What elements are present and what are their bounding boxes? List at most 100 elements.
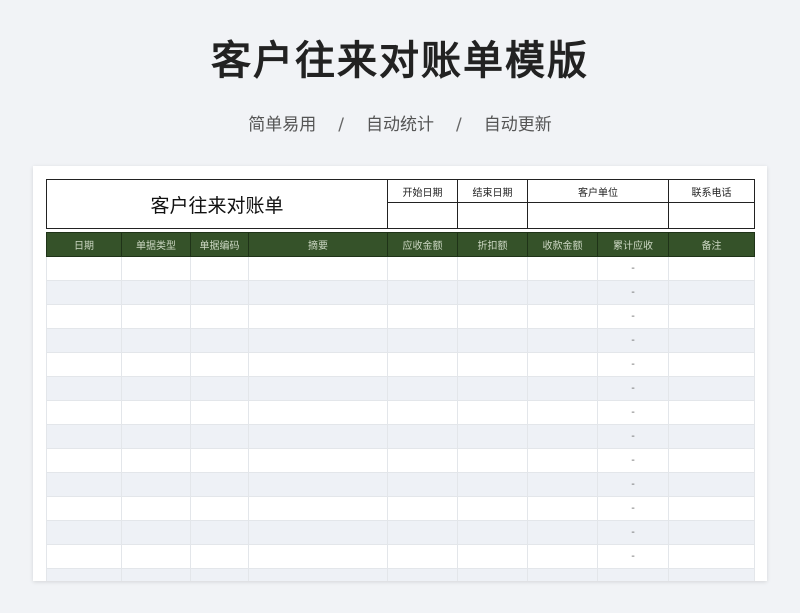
table-cell[interactable]: -	[597, 472, 669, 497]
table-cell[interactable]: -	[597, 376, 669, 401]
table-cell[interactable]	[527, 400, 598, 425]
table-cell[interactable]	[387, 496, 458, 521]
table-cell[interactable]	[190, 472, 249, 497]
table-cell[interactable]	[121, 304, 191, 329]
table-cell[interactable]	[190, 352, 249, 377]
table-cell[interactable]	[527, 328, 598, 353]
table-cell[interactable]	[527, 352, 598, 377]
table-cell[interactable]	[190, 448, 249, 473]
end-date-cell[interactable]	[457, 202, 528, 229]
table-cell[interactable]	[121, 280, 191, 305]
table-cell[interactable]	[668, 376, 755, 401]
table-cell[interactable]	[668, 352, 755, 377]
table-cell[interactable]	[457, 448, 528, 473]
table-cell[interactable]	[121, 328, 191, 353]
table-cell[interactable]	[248, 352, 388, 377]
table-cell[interactable]	[46, 448, 122, 473]
table-cell[interactable]	[387, 304, 458, 329]
table-cell[interactable]	[527, 304, 598, 329]
table-cell[interactable]	[457, 568, 528, 581]
table-cell[interactable]	[121, 424, 191, 449]
table-cell[interactable]	[668, 400, 755, 425]
table-cell[interactable]: -	[597, 304, 669, 329]
table-cell[interactable]: -	[597, 328, 669, 353]
table-cell[interactable]: -	[597, 520, 669, 545]
table-cell[interactable]: -	[597, 424, 669, 449]
table-cell[interactable]	[387, 376, 458, 401]
table-cell[interactable]	[190, 424, 249, 449]
table-cell[interactable]	[121, 520, 191, 545]
table-cell[interactable]	[457, 376, 528, 401]
contact-phone-cell[interactable]	[668, 202, 755, 229]
table-cell[interactable]	[248, 304, 388, 329]
table-cell[interactable]	[387, 520, 458, 545]
table-cell[interactable]	[527, 448, 598, 473]
table-cell[interactable]	[248, 400, 388, 425]
table-cell[interactable]	[457, 472, 528, 497]
table-cell[interactable]	[457, 400, 528, 425]
table-cell[interactable]	[527, 496, 598, 521]
table-cell[interactable]	[248, 328, 388, 353]
table-cell[interactable]	[668, 280, 755, 305]
table-cell[interactable]	[387, 352, 458, 377]
table-cell[interactable]	[457, 280, 528, 305]
table-cell[interactable]	[121, 256, 191, 281]
table-cell[interactable]	[121, 400, 191, 425]
table-cell[interactable]	[46, 304, 122, 329]
table-cell[interactable]: -	[597, 544, 669, 569]
table-cell[interactable]	[46, 520, 122, 545]
customer-unit-cell[interactable]	[527, 202, 669, 229]
table-cell[interactable]	[668, 568, 755, 581]
table-cell[interactable]	[248, 520, 388, 545]
table-cell[interactable]	[121, 544, 191, 569]
table-cell[interactable]	[668, 328, 755, 353]
table-cell[interactable]	[121, 568, 191, 581]
table-cell[interactable]	[248, 280, 388, 305]
table-cell[interactable]	[46, 328, 122, 353]
table-cell[interactable]	[46, 496, 122, 521]
table-cell[interactable]	[668, 544, 755, 569]
table-cell[interactable]	[668, 304, 755, 329]
table-cell[interactable]	[121, 352, 191, 377]
table-cell[interactable]	[527, 280, 598, 305]
table-cell[interactable]	[46, 568, 122, 581]
table-cell[interactable]	[387, 424, 458, 449]
table-cell[interactable]	[387, 256, 458, 281]
table-cell[interactable]	[248, 256, 388, 281]
table-cell[interactable]	[457, 496, 528, 521]
table-cell[interactable]	[387, 448, 458, 473]
table-cell[interactable]	[457, 520, 528, 545]
table-cell[interactable]	[457, 256, 528, 281]
table-cell[interactable]	[387, 568, 458, 581]
table-cell[interactable]: -	[597, 352, 669, 377]
table-cell[interactable]	[46, 472, 122, 497]
table-cell[interactable]	[190, 256, 249, 281]
table-cell[interactable]	[457, 544, 528, 569]
table-cell[interactable]	[457, 352, 528, 377]
table-cell[interactable]	[668, 472, 755, 497]
table-cell[interactable]	[527, 520, 598, 545]
table-cell[interactable]	[190, 496, 249, 521]
table-cell[interactable]	[387, 280, 458, 305]
table-cell[interactable]	[46, 424, 122, 449]
table-cell[interactable]	[190, 520, 249, 545]
table-cell[interactable]	[668, 496, 755, 521]
table-cell[interactable]	[190, 544, 249, 569]
table-cell[interactable]	[457, 304, 528, 329]
table-cell[interactable]	[527, 424, 598, 449]
table-cell[interactable]	[668, 448, 755, 473]
table-cell[interactable]	[46, 400, 122, 425]
table-cell[interactable]	[121, 376, 191, 401]
table-cell[interactable]	[527, 256, 598, 281]
table-cell[interactable]	[527, 376, 598, 401]
table-cell[interactable]	[248, 568, 388, 581]
table-cell[interactable]	[46, 544, 122, 569]
table-cell[interactable]: -	[597, 256, 669, 281]
table-cell[interactable]: -	[597, 400, 669, 425]
table-cell[interactable]: -	[597, 448, 669, 473]
start-date-cell[interactable]	[387, 202, 458, 229]
table-cell[interactable]	[190, 400, 249, 425]
table-cell[interactable]	[190, 328, 249, 353]
table-cell[interactable]	[190, 568, 249, 581]
table-cell[interactable]	[248, 424, 388, 449]
